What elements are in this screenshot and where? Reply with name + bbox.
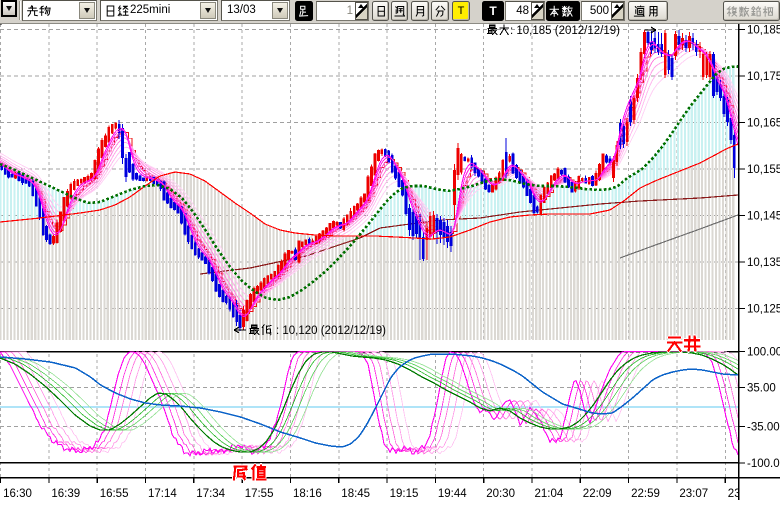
svg-text:16:55: 16:55 — [100, 488, 129, 500]
svg-text:10,185: 10,185 — [747, 25, 780, 37]
svg-text:19:15: 19:15 — [390, 488, 419, 500]
svg-text:-35.00: -35.00 — [747, 422, 780, 434]
svg-text:20:30: 20:30 — [486, 488, 515, 500]
svg-text:17:34: 17:34 — [196, 488, 225, 500]
svg-text:19:44: 19:44 — [438, 488, 467, 500]
svg-text:-100.00: -100.00 — [747, 458, 780, 470]
svg-text:10,165: 10,165 — [747, 118, 780, 130]
svg-text:10,135: 10,135 — [747, 257, 780, 269]
svg-text:17:55: 17:55 — [245, 488, 274, 500]
svg-text:10,145: 10,145 — [747, 211, 780, 223]
svg-text:23:07: 23:07 — [679, 488, 708, 500]
svg-text:18:45: 18:45 — [341, 488, 370, 500]
svg-text:100.00: 100.00 — [747, 347, 780, 359]
svg-text:21:04: 21:04 — [535, 488, 564, 500]
svg-text:: 10,120 (2012/12/19): : 10,120 (2012/12/19) — [276, 325, 386, 337]
svg-text:16:39: 16:39 — [51, 488, 80, 500]
svg-text:35.00: 35.00 — [747, 383, 776, 395]
svg-text:10,125: 10,125 — [747, 304, 780, 316]
svg-text:22:09: 22:09 — [583, 488, 612, 500]
svg-text:10,175: 10,175 — [747, 71, 780, 83]
svg-text:17:14: 17:14 — [148, 488, 177, 500]
svg-text:16:30: 16:30 — [3, 488, 32, 500]
svg-text:10,155: 10,155 — [747, 164, 780, 176]
svg-text:22:59: 22:59 — [631, 488, 660, 500]
svg-text:: 10,185 (2012/12/19): : 10,185 (2012/12/19) — [510, 25, 620, 37]
svg-text:18:16: 18:16 — [293, 488, 322, 500]
